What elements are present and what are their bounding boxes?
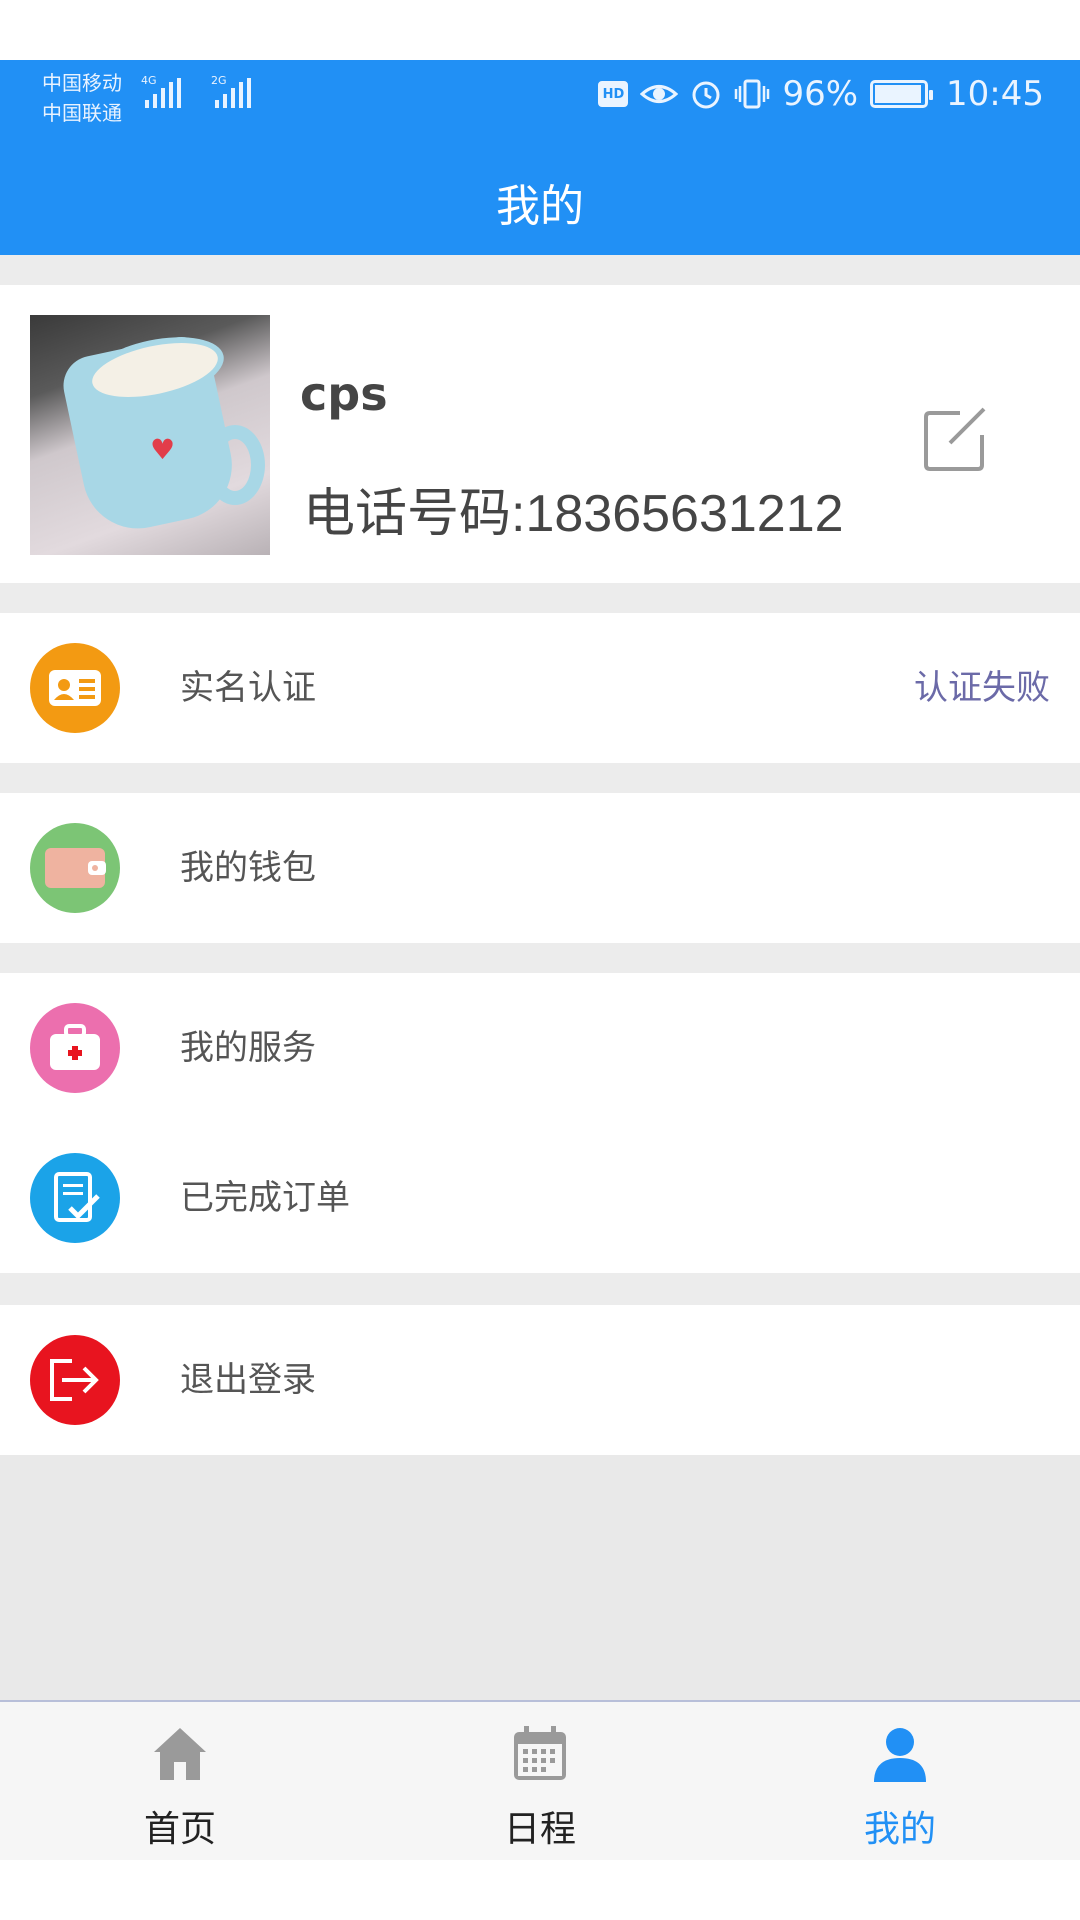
edit-icon[interactable] [920,403,992,475]
carrier-2: 中国联通 [42,101,122,125]
order-check-icon [30,1153,120,1243]
clock: 10:45 [946,74,1044,114]
home-icon [154,1728,206,1780]
calendar-icon [514,1726,566,1780]
top-margin [0,0,1080,60]
separator [0,583,1080,613]
menu-label: 已完成订单 [180,1178,350,1218]
vibrate-icon [735,79,770,109]
signal-2g-icon: 2G [211,74,251,108]
medical-kit-icon [30,1003,120,1093]
battery-fill [875,85,922,103]
menu-item-wallet[interactable]: 我的钱包 [0,793,1080,943]
carrier-names: 中国移动 中国联通 [42,68,122,128]
tab-home[interactable]: 首页 [0,1702,360,1860]
phone-number: 电话号码:18365631212 [303,485,844,543]
username: cps [300,367,388,421]
id-card-icon [30,643,120,733]
status-bar: 中国移动 中国联通 4G 2G HD 96% 10:45 [0,60,1080,135]
empty-area [0,1455,1080,1700]
bottom-tab-bar: 首页 日程 我的 [0,1700,1080,1860]
separator [0,763,1080,793]
bottom-margin [0,1860,1080,1920]
avatar[interactable]: ♥ [30,315,270,555]
menu-item-real-name[interactable]: 实名认证 认证失败 [0,613,1080,763]
tab-label: 日程 [503,1809,576,1850]
battery-percent: 96% [782,74,859,114]
menu-label: 实名认证 [180,668,316,708]
carrier-1: 中国移动 [42,71,122,95]
menu-item-services[interactable]: 我的服务 [0,973,1080,1123]
tab-label: 首页 [143,1809,216,1850]
separator [0,943,1080,973]
status-badge: 认证失败 [914,668,1050,708]
separator [0,255,1080,285]
user-icon [874,1728,926,1782]
profile-card[interactable]: ♥ cps 电话号码:18365631212 [0,285,1080,583]
wallet-icon [30,823,120,913]
eye-icon [640,85,679,103]
app-header: 中国移动 中国联通 4G 2G HD 96% 10:45 我的 [0,60,1080,255]
menu-label: 我的服务 [180,1028,316,1068]
hd-icon: HD [598,81,629,107]
tab-schedule[interactable]: 日程 [360,1702,720,1860]
tab-mine[interactable]: 我的 [720,1702,1080,1860]
separator [0,1273,1080,1305]
page-title: 我的 [496,181,584,232]
tab-label: 我的 [863,1809,936,1850]
status-icons: HD 96% 10:45 [598,74,1044,114]
battery-icon [870,80,934,108]
menu-label: 退出登录 [180,1360,316,1400]
alarm-icon [692,81,720,109]
menu-label: 我的钱包 [180,848,316,888]
signal-4g-icon: 4G [141,74,181,108]
menu-item-logout[interactable]: 退出登录 [0,1305,1080,1455]
logout-icon [30,1335,120,1425]
menu-item-completed-orders[interactable]: 已完成订单 [0,1123,1080,1273]
